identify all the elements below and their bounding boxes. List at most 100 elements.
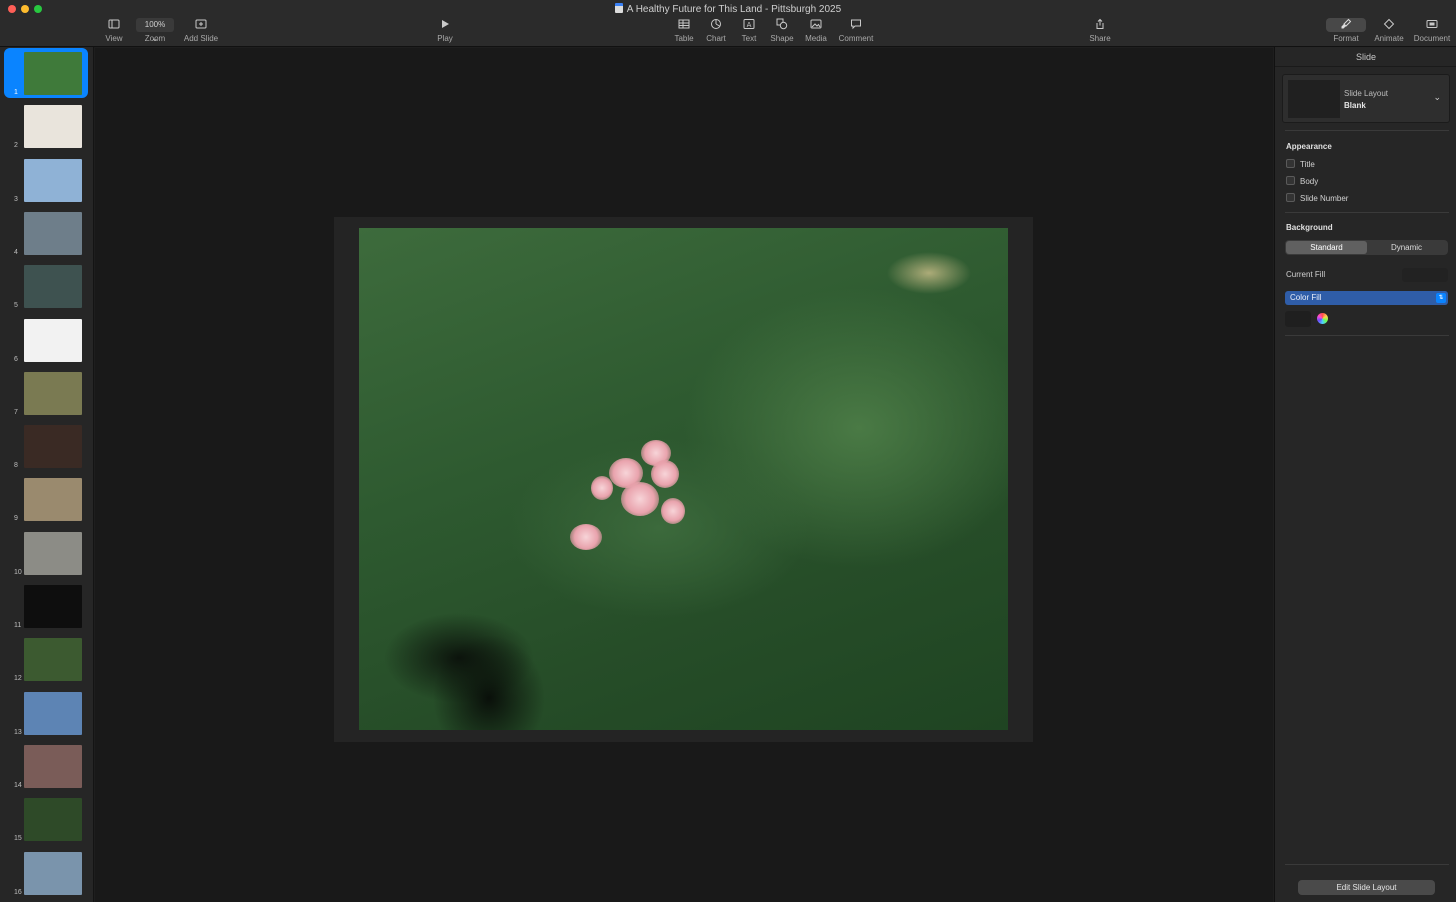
slide-thumbnail-8[interactable]: 8 [4,421,88,471]
flower-shape [621,482,659,516]
format-button[interactable]: Format [1326,18,1366,43]
shape-button[interactable]: Shape [768,18,796,43]
slide-thumbnail-3[interactable]: 3 [4,155,88,205]
chevron-updown-icon: ⇅ [1436,293,1446,303]
slide-thumbnail-15[interactable]: 15 [4,794,88,844]
fill-type-select[interactable]: Color Fill ⇅ [1285,291,1448,305]
checkbox-icon [1286,176,1295,185]
slide-number-label: 3 [14,195,18,203]
slide-thumbnail-16[interactable]: 16 [4,848,88,898]
layout-label: Slide Layout [1344,89,1389,98]
zoom-select[interactable]: 100% ⌄ [136,18,174,43]
title-checkbox[interactable]: Title [1286,159,1315,169]
dynamic-option[interactable]: Dynamic [1366,240,1447,255]
chart-button[interactable]: Chart [704,18,728,43]
slide-preview-image [24,105,82,149]
slide-canvas [95,48,1273,902]
slide-thumbnail-7[interactable]: 7 [4,368,88,418]
slide-thumbnail-4[interactable]: 4 [4,208,88,258]
slide-number-label: 9 [14,515,18,523]
background-segmented-control: Standard Dynamic [1285,240,1448,255]
zoom-control[interactable]: 100% ⌄ Zoom [136,18,174,43]
current-fill-swatch[interactable] [1402,268,1448,282]
slide-preview-image [24,798,82,842]
body-checkbox[interactable]: Body [1286,176,1318,186]
slide-number-label: 6 [14,355,18,363]
slide-preview-image [24,478,82,522]
slide-preview-image [24,638,82,682]
paintbrush-icon [1326,18,1366,32]
document-button[interactable]: Document [1412,18,1452,43]
shape-icon [768,18,796,32]
table-button[interactable]: Table [672,18,696,43]
slide-thumbnail-9[interactable]: 9 [4,474,88,524]
slide-number-label: 14 [14,781,22,789]
slide-preview-image [24,265,82,309]
animate-button[interactable]: Animate [1373,18,1405,43]
slide-preview-image [24,691,82,735]
slide-thumbnail-11[interactable]: 11 [4,581,88,631]
add-slide-button[interactable]: Add Slide [182,18,220,43]
text-button[interactable]: A Text [737,18,761,43]
slide-thumbnail-2[interactable]: 2 [4,101,88,151]
slide-thumbnail-5[interactable]: 5 [4,261,88,311]
slide-photo-grass-flowers[interactable] [359,228,1008,730]
checkbox-icon [1286,193,1295,202]
divider [1285,864,1449,865]
slide-preview-image [24,371,82,415]
slide-preview-image [24,585,82,628]
add-slide-icon [182,18,220,32]
slide-thumbnail-14[interactable]: 14 [4,741,88,791]
slide-layout-picker[interactable]: Slide Layout Blank ⌄ [1282,74,1450,123]
layout-thumbnail [1288,80,1340,118]
view-button[interactable]: View [102,18,126,43]
slide-thumbnail-10[interactable]: 10 [4,528,88,578]
chart-icon [704,18,728,32]
slide-thumbnail-6[interactable]: 6 [4,315,88,365]
current-slide[interactable] [334,217,1033,742]
comment-icon [837,18,875,32]
slide-preview-image [24,851,82,895]
slide-number-label: 12 [14,675,22,683]
slide-navigator: 1 2 3 4 5 6 7 8 9 10 11 12 13 14 15 16 [0,47,94,902]
divider [1285,335,1449,336]
sidebar-icon [102,18,126,32]
slide-preview-image [24,52,82,95]
window-title: A Healthy Future for This Land - Pittsbu… [0,3,1456,15]
slide-thumbnail-12[interactable]: 12 [4,634,88,684]
comment-button[interactable]: Comment [837,18,875,43]
color-wheel-icon[interactable] [1317,313,1328,324]
color-well[interactable] [1285,311,1311,327]
flower-shape [570,524,602,550]
divider [1285,212,1449,213]
slide-number-label: 15 [14,835,22,843]
media-button[interactable]: Media [803,18,829,43]
slide-thumbnail-1[interactable]: 1 [4,48,88,98]
table-icon [672,18,696,32]
standard-option[interactable]: Standard [1286,241,1367,254]
slide-preview-image [24,211,82,255]
slide-preview-image [24,425,82,469]
background-heading: Background [1286,223,1333,232]
slide-number-label: 4 [14,248,18,256]
edit-slide-layout-button[interactable]: Edit Slide Layout [1298,880,1435,895]
slide-number-checkbox[interactable]: Slide Number [1286,193,1348,203]
flower-shape [651,460,679,488]
document-settings-icon [1412,18,1452,32]
slide-number-label: 5 [14,302,18,310]
play-button[interactable]: Play [434,18,456,43]
svg-text:A: A [747,21,752,29]
text-box-icon: A [737,18,761,32]
diamond-icon [1373,18,1405,32]
share-icon [1088,18,1112,32]
slide-number-label: 1 [14,89,18,96]
format-inspector: Slide Slide Layout Blank ⌄ Appearance Ti… [1274,47,1456,902]
appearance-heading: Appearance [1286,142,1332,151]
layout-value: Blank [1344,101,1366,110]
inspector-tab-slide[interactable]: Slide [1275,47,1456,67]
divider [1285,130,1449,131]
flower-shape [591,476,613,500]
slide-thumbnail-13[interactable]: 13 [4,688,88,738]
flower-shape [661,498,685,524]
share-button[interactable]: Share [1088,18,1112,43]
